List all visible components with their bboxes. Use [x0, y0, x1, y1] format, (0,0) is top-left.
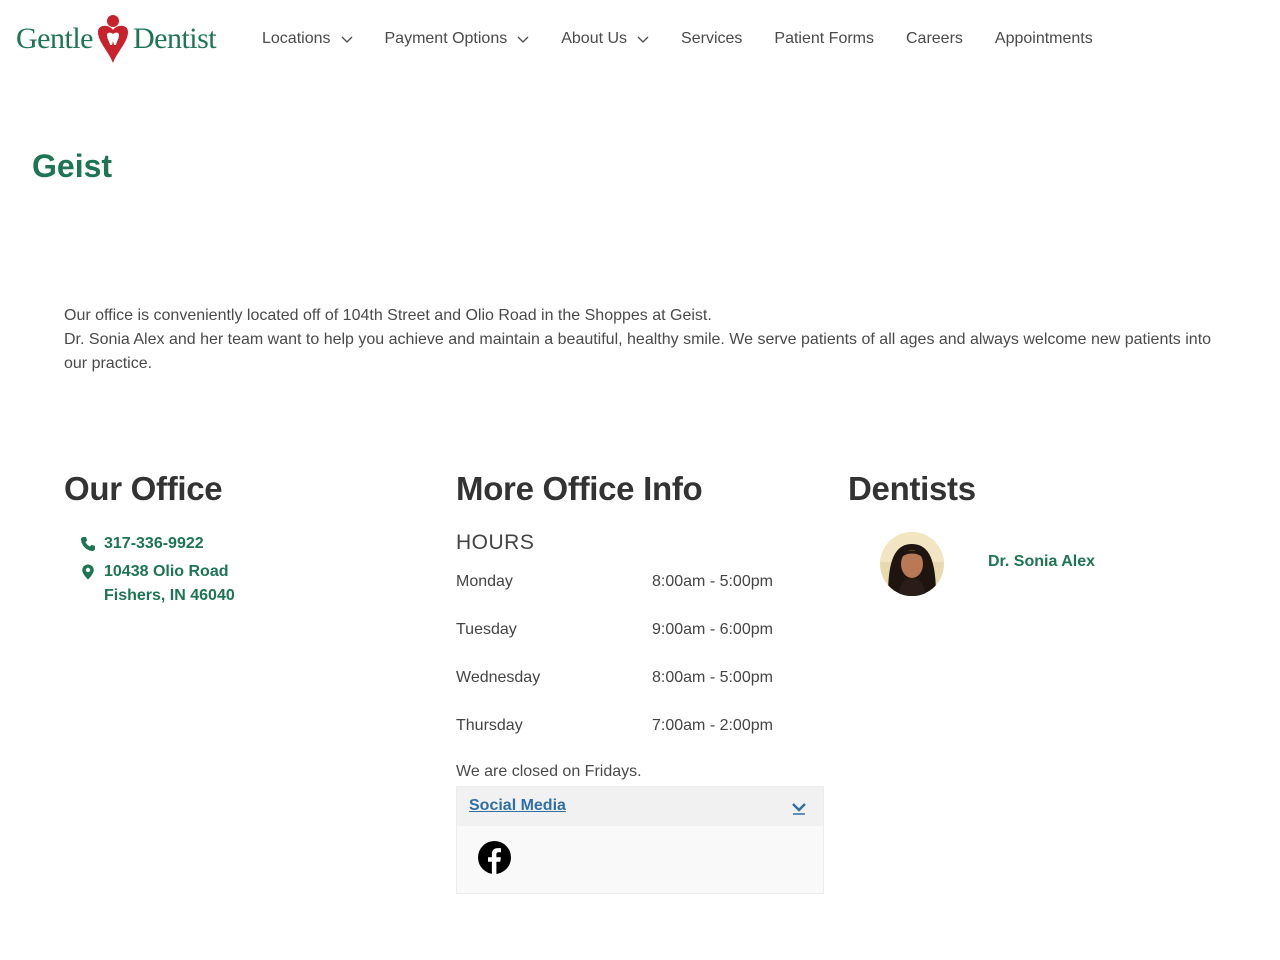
intro-paragraph-2: Dr. Sonia Alex and her team want to help… — [64, 331, 1212, 372]
main-nav: Locations Payment Options About Us Servi… — [262, 28, 1125, 50]
heart-tooth-logo-icon — [97, 15, 128, 63]
hours-row: Wednesday 8:00am - 5:00pm — [456, 669, 796, 693]
hours-time: 8:00am - 5:00pm — [652, 573, 773, 590]
hours-row: Tuesday 9:00am - 6:00pm — [456, 621, 796, 645]
hours-time: 7:00am - 2:00pm — [652, 717, 773, 734]
our-office-heading: Our Office — [64, 470, 223, 507]
nav-label: Patient Forms — [774, 30, 874, 47]
facebook-icon[interactable] — [478, 841, 511, 874]
hours-row: Monday 8:00am - 5:00pm — [456, 573, 796, 597]
nav-label: Payment Options — [384, 30, 508, 47]
chevron-down-icon — [341, 36, 352, 43]
more-office-info-heading: More Office Info — [456, 470, 703, 507]
logo-text-gentle: Gentle — [16, 22, 93, 55]
dentist-portrait — [880, 532, 944, 596]
intro-paragraph-1: Our office is conveniently located off o… — [64, 307, 712, 324]
hours-day: Wednesday — [456, 669, 541, 686]
hours-row: Thursday 7:00am - 2:00pm — [456, 717, 796, 741]
hours-time: 9:00am - 6:00pm — [652, 621, 773, 638]
chevron-down-icon — [637, 36, 649, 43]
chevron-down-icon — [517, 36, 529, 43]
nav-label: Appointments — [994, 30, 1093, 47]
hours-heading: HOURS — [456, 531, 535, 554]
nav-item-services[interactable]: Services — [681, 30, 742, 48]
site-logo[interactable]: Gentle Dentist — [16, 14, 217, 64]
phone-icon — [81, 537, 95, 551]
office-phone-link[interactable]: 317-336-9922 — [80, 532, 204, 556]
address-line-1: 10438 Olio Road — [104, 563, 229, 580]
address-line-2: Fishers, IN 46040 — [104, 587, 235, 604]
social-media-title[interactable]: Social Media — [469, 797, 566, 815]
dentist-avatar[interactable] — [880, 532, 944, 596]
office-address: 10438 Olio Road Fishers, IN 46040 — [104, 560, 235, 608]
office-address-link[interactable]: 10438 Olio Road Fishers, IN 46040 — [80, 560, 235, 608]
page-title: Geist — [32, 148, 113, 184]
nav-label: Locations — [262, 30, 331, 47]
nav-item-careers[interactable]: Careers — [906, 30, 963, 48]
chevron-down-icon[interactable] — [791, 799, 807, 815]
hours-day: Tuesday — [456, 621, 517, 638]
nav-item-patient-forms[interactable]: Patient Forms — [774, 30, 874, 48]
hours-day: Thursday — [456, 717, 523, 734]
nav-item-locations[interactable]: Locations — [262, 30, 353, 48]
nav-label: About Us — [561, 30, 628, 47]
dentists-heading: Dentists — [848, 470, 976, 507]
nav-item-payment-options[interactable]: Payment Options — [385, 30, 530, 48]
closed-note: We are closed on Fridays. — [456, 763, 642, 780]
social-media-accordion: Social Media — [456, 786, 824, 894]
social-media-toggle[interactable]: Social Media — [457, 787, 823, 826]
office-phone: 317-336-9922 — [104, 535, 204, 552]
site-header: Gentle Dentist Locations Payment Options… — [0, 0, 1280, 80]
nav-item-about-us[interactable]: About Us — [561, 30, 649, 48]
dentist-name-link[interactable]: Dr. Sonia Alex — [988, 553, 1095, 571]
map-pin-icon — [82, 564, 94, 580]
hours-time: 8:00am - 5:00pm — [652, 669, 773, 686]
logo-text-dentist: Dentist — [132, 22, 217, 55]
nav-label: Services — [681, 30, 743, 47]
nav-item-appointments[interactable]: Appointments — [995, 30, 1093, 48]
hours-day: Monday — [456, 573, 513, 590]
nav-label: Careers — [906, 30, 963, 47]
intro-text: Our office is conveniently located off o… — [64, 304, 1224, 376]
